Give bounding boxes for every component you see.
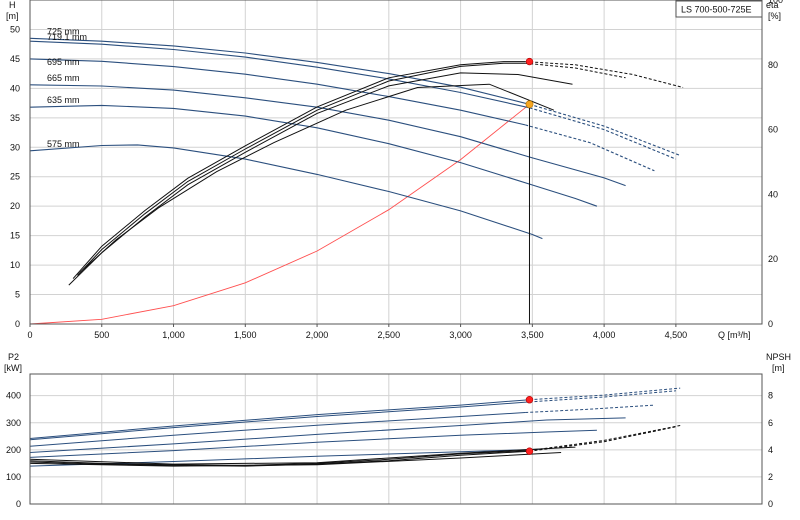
npsh-curve-dashed — [529, 425, 681, 451]
top-right-tick-label: 0 — [768, 319, 773, 329]
bottom-left-tick-label: 400 — [6, 391, 21, 401]
x-tick-label: 0 — [27, 330, 32, 340]
x-tick-label: 4,500 — [665, 330, 688, 340]
top-left-tick-label: 45 — [10, 54, 20, 64]
bottom-right-axis-label: NPSH — [766, 352, 791, 362]
bottom-right-tick-label: 0 — [768, 499, 773, 509]
power-curve-dashed — [529, 387, 681, 401]
head-curve-dashed — [529, 103, 681, 157]
top-left-tick-label: 50 — [10, 24, 20, 34]
bottom-panel-frame — [29, 373, 763, 505]
bottom-right-tick-label: 2 — [768, 472, 773, 482]
x-tick-label: 1,500 — [234, 330, 257, 340]
chart-marks: 725 mm719.1 mm695 mm665 mm635 mm575 mm — [29, 26, 684, 467]
top-left-tick-label: 30 — [10, 142, 20, 152]
x-tick-label: 4,000 — [593, 330, 616, 340]
efficiency-curve — [77, 62, 526, 276]
top-left-tick-label: 5 — [15, 290, 20, 300]
bottom-left-axis-label: P2 — [8, 352, 19, 362]
model-label: LS 700-500-725E — [681, 5, 752, 15]
top-left-tick-label: 15 — [10, 231, 20, 241]
x-tick-label: 3,000 — [449, 330, 472, 340]
top-right-axis-unit: [%] — [768, 11, 781, 21]
bottom-left-tick-label: 0 — [16, 499, 21, 509]
top-right-tick-label: 40 — [768, 189, 778, 199]
head-curve-label: 575 mm — [47, 139, 80, 149]
head-curve — [29, 40, 530, 109]
top-left-axis-label: H — [9, 0, 16, 10]
top-left-tick-label: 10 — [10, 260, 20, 270]
head-curve-dashed — [529, 107, 677, 160]
x-tick-label: 500 — [94, 330, 109, 340]
top-left-axis-unit: [m] — [6, 11, 19, 21]
top-right-axis-label: eta — [766, 0, 779, 10]
head-curve — [29, 104, 598, 207]
power-curve-dashed — [525, 404, 655, 413]
top-right-tick-label: 60 — [768, 125, 778, 135]
power-curve — [29, 401, 530, 441]
duty-point-power — [525, 396, 534, 404]
top-left-tick-label: 0 — [15, 319, 20, 329]
head-curve-dashed — [525, 124, 655, 172]
head-curve-label: 665 mm — [47, 73, 80, 83]
x-tick-label: 1,000 — [162, 330, 185, 340]
head-curve-label: 695 mm — [47, 57, 80, 67]
efficiency-curve — [68, 72, 573, 286]
bottom-left-tick-label: 200 — [6, 445, 21, 455]
x-tick-label: 2,500 — [378, 330, 401, 340]
top-left-tick-label: 40 — [10, 83, 20, 93]
bottom-right-axis-unit: [m] — [772, 363, 785, 373]
bottom-left-axis-unit: [kW] — [4, 363, 22, 373]
head-curve — [29, 37, 530, 105]
duty-point-eta — [525, 57, 534, 66]
top-grid — [29, 0, 762, 325]
top-right-tick-label: 20 — [768, 254, 778, 264]
head-curve-label: 719.1 mm — [47, 32, 87, 42]
top-left-tick-label: 20 — [10, 201, 20, 211]
top-left-tick-label: 35 — [10, 113, 20, 123]
pump-performance-chart: 725 mm719.1 mm695 mm665 mm635 mm575 mm 0… — [4, 0, 791, 509]
bottom-right-tick-label: 4 — [768, 445, 773, 455]
x-tick-label: 3,500 — [521, 330, 544, 340]
bottom-left-tick-label: 300 — [6, 418, 21, 428]
x-tick-label: 2,000 — [306, 330, 329, 340]
top-left-tick-label: 25 — [10, 172, 20, 182]
system-curve — [29, 103, 530, 325]
bottom-right-tick-label: 6 — [768, 418, 773, 428]
head-curve — [29, 144, 543, 240]
x-axis-label: Q [m³/h] — [718, 330, 751, 340]
top-panel-frame — [29, 0, 763, 325]
duty-point-npsh — [525, 447, 534, 455]
power-curve-dashed — [529, 390, 676, 403]
bottom-grid — [29, 374, 762, 505]
duty-point-head — [525, 100, 534, 109]
bottom-right-tick-label: 8 — [768, 391, 773, 401]
head-curve-label: 635 mm — [47, 95, 80, 105]
head-curve — [29, 84, 626, 187]
top-right-tick-label: 80 — [768, 60, 778, 70]
bottom-left-tick-label: 100 — [6, 472, 21, 482]
